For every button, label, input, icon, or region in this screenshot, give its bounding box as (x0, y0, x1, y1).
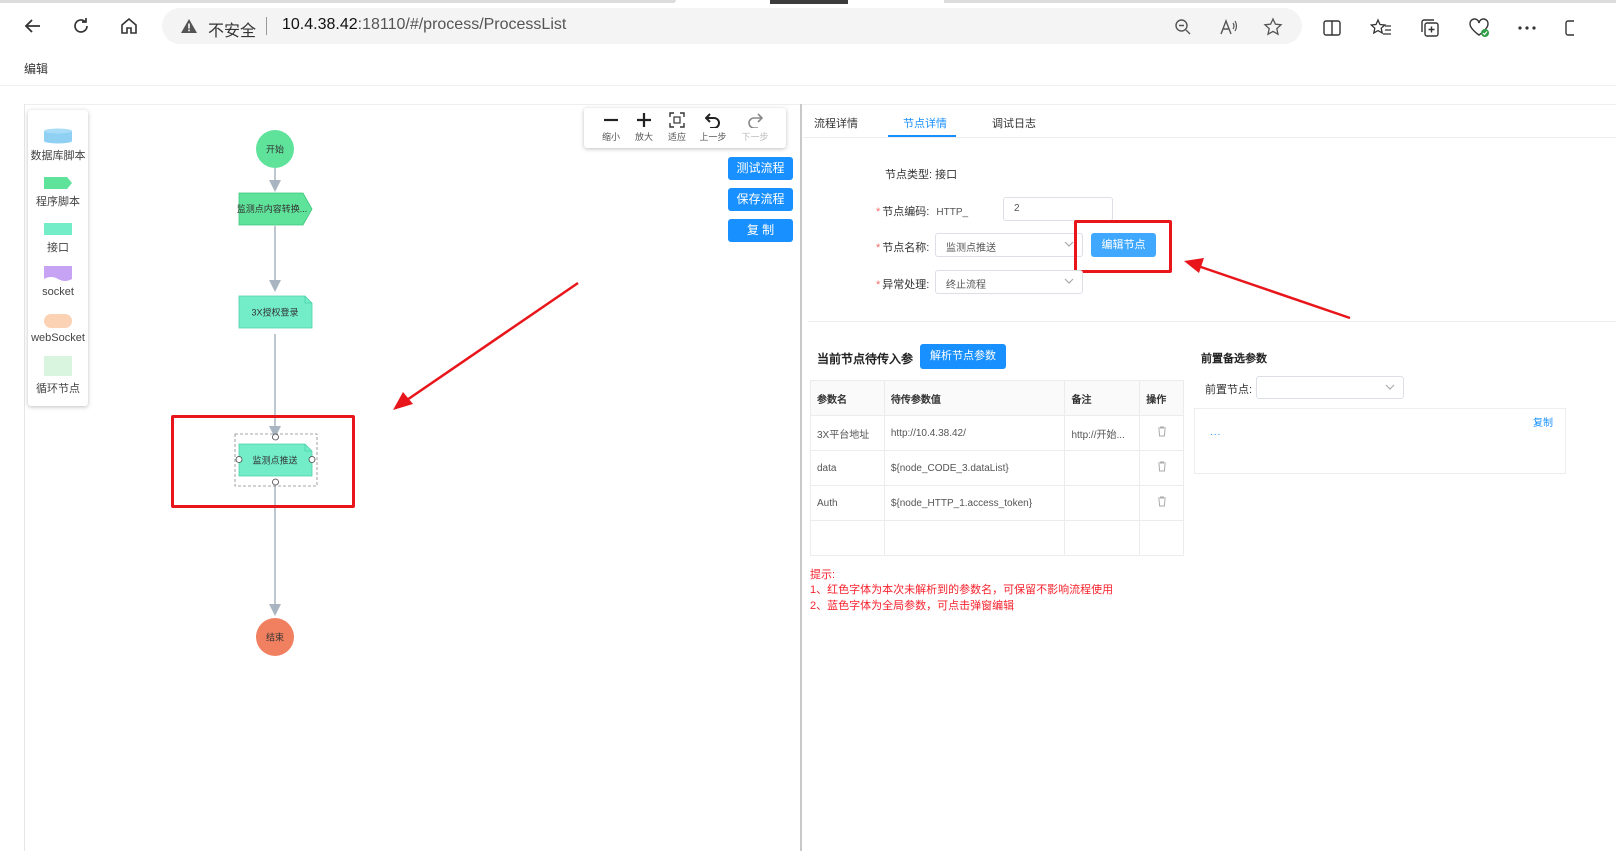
param-value[interactable]: http://10.4.38.42/ (883, 415, 1066, 451)
prev-params-content: 复制 ... (1194, 408, 1566, 474)
zoom-label: 缩小 (601, 132, 620, 142)
panel-divider[interactable] (800, 104, 802, 851)
table-row: 3X平台地址 http://10.4.38.42/ http://开始... (810, 415, 1184, 451)
table-row: Auth ${node_HTTP_1.access_token} (810, 485, 1184, 521)
copy-button[interactable]: 复 制 (728, 219, 793, 242)
param-value[interactable]: ${node_HTTP_1.access_token} (883, 485, 1066, 521)
zoom-in-button[interactable]: 放大 (627, 110, 661, 143)
column-header: 操作 (1139, 380, 1184, 416)
flow-node-login[interactable]: 3X授权登录 (238, 295, 313, 329)
zoom-label: 适应 (667, 132, 686, 142)
tab-debug-log[interactable]: 调试日志 (992, 115, 1036, 131)
node-label: 结束 (266, 632, 284, 643)
tab-node-details[interactable]: 节点详情 (903, 115, 947, 131)
hint-line-2: 2、蓝色字体为全局参数，可点击弹窗编辑 (810, 600, 1015, 612)
param-value[interactable]: ${node_CODE_3.dataList} (883, 450, 1066, 486)
node-label: 开始 (266, 144, 284, 155)
parse-params-button[interactable]: 解析节点参数 (920, 344, 1006, 369)
column-header: 备注 (1064, 380, 1141, 416)
param-note[interactable] (1064, 450, 1141, 486)
highlight-box-node (171, 415, 355, 508)
trash-icon[interactable] (1157, 426, 1167, 437)
delete-cell (1139, 450, 1184, 486)
collections-icon[interactable] (1418, 16, 1442, 40)
flow-node-start[interactable]: 开始 (256, 130, 294, 168)
save-flow-button[interactable]: 保存流程 (728, 188, 793, 211)
column-header: 待传参数值 (883, 380, 1066, 416)
hint-title: 提示: (810, 569, 836, 581)
more-menu-icon[interactable] (1515, 16, 1539, 40)
param-note[interactable] (1064, 485, 1141, 521)
chevron-down-icon (1064, 241, 1074, 247)
redo-icon (748, 113, 763, 128)
fit-button[interactable]: 适应 (660, 110, 694, 143)
node-label: 监测点内容转换... (237, 203, 308, 214)
table-row: data ${node_CODE_3.dataList} (810, 450, 1184, 486)
flow-node-end[interactable]: 结束 (256, 618, 294, 656)
param-name[interactable]: Auth (810, 485, 885, 521)
prev-params-text: ... (1210, 427, 1222, 438)
node-name-label: * 节点名称: (876, 242, 930, 254)
chevron-down-icon (1064, 278, 1074, 284)
fit-icon (669, 112, 685, 128)
copy-link[interactable]: 复制 (1533, 414, 1553, 429)
active-tab-indicator (888, 135, 956, 137)
favorite-star-icon[interactable] (1262, 16, 1284, 38)
node-code-input[interactable]: 2 (1003, 197, 1113, 221)
node-type-value: 接口 (935, 169, 958, 181)
undo-icon (705, 113, 720, 128)
node-name-select[interactable]: 监测点推送 (935, 233, 1083, 257)
test-flow-button[interactable]: 测试流程 (728, 157, 793, 180)
trash-icon[interactable] (1157, 496, 1167, 507)
redo-button[interactable]: 下一步 (738, 110, 772, 143)
tab-flow-details[interactable]: 流程详情 (814, 115, 858, 131)
param-name[interactable]: data (810, 450, 885, 486)
performance-icon[interactable] (1467, 16, 1491, 40)
prev-node-label: 前置节点: (1205, 384, 1253, 396)
read-aloud-icon[interactable] (1218, 16, 1240, 38)
node-code-prefix: HTTP_ (936, 207, 969, 218)
undo-button[interactable]: 上一步 (696, 110, 730, 143)
minus-icon (604, 118, 618, 122)
param-note[interactable]: http://开始... (1064, 415, 1141, 451)
sidebar-icon[interactable] (1562, 16, 1576, 40)
params-title: 当前节点待传入参 (817, 352, 914, 366)
annotation-arrow-left (393, 281, 579, 410)
param-name[interactable]: 3X平台地址 (810, 415, 885, 451)
chevron-down-icon (1385, 384, 1395, 390)
prev-params-title: 前置备选参数 (1201, 353, 1267, 365)
zoom-label: 下一步 (741, 132, 769, 142)
delete-cell (1139, 485, 1184, 521)
zoom-out-icon[interactable] (1172, 16, 1194, 38)
canvas-toolbar: 缩小 放大 适应 上一步 下一步 (584, 108, 786, 148)
error-handling-select[interactable]: 终止流程 (935, 270, 1083, 294)
table-header-row: 参数名 待传参数值 备注 操作 (810, 380, 1184, 416)
annotation-arrow-right (1184, 258, 1351, 320)
trash-icon[interactable] (1157, 461, 1167, 472)
hint-line-1: 1、红色字体为本次未解析到的参数名，可保留不影响流程使用 (810, 584, 1114, 596)
column-header: 参数名 (810, 380, 885, 416)
zoom-out-button[interactable]: 缩小 (594, 110, 628, 143)
favorites-icon[interactable] (1369, 16, 1393, 40)
params-table: 参数名 待传参数值 备注 操作 3X平台地址 http://10.4.38.42… (810, 380, 1184, 556)
node-label: 3X授权登录 (251, 307, 298, 318)
flow-node-monitor-convert[interactable]: 监测点内容转换... (237, 192, 313, 226)
highlight-box-edit (1074, 220, 1172, 273)
split-screen-icon[interactable] (1320, 16, 1344, 40)
node-type-label: 节点类型: 接口 (885, 169, 958, 181)
prev-node-select[interactable] (1256, 376, 1404, 399)
zoom-label: 放大 (634, 132, 653, 142)
error-handling-label: * 异常处理: (876, 279, 930, 291)
delete-cell (1139, 415, 1184, 451)
table-row-empty (810, 520, 1184, 556)
zoom-label: 上一步 (699, 132, 727, 142)
plus-icon (637, 113, 651, 127)
node-code-label: * 节点编码: HTTP_ (876, 206, 969, 218)
